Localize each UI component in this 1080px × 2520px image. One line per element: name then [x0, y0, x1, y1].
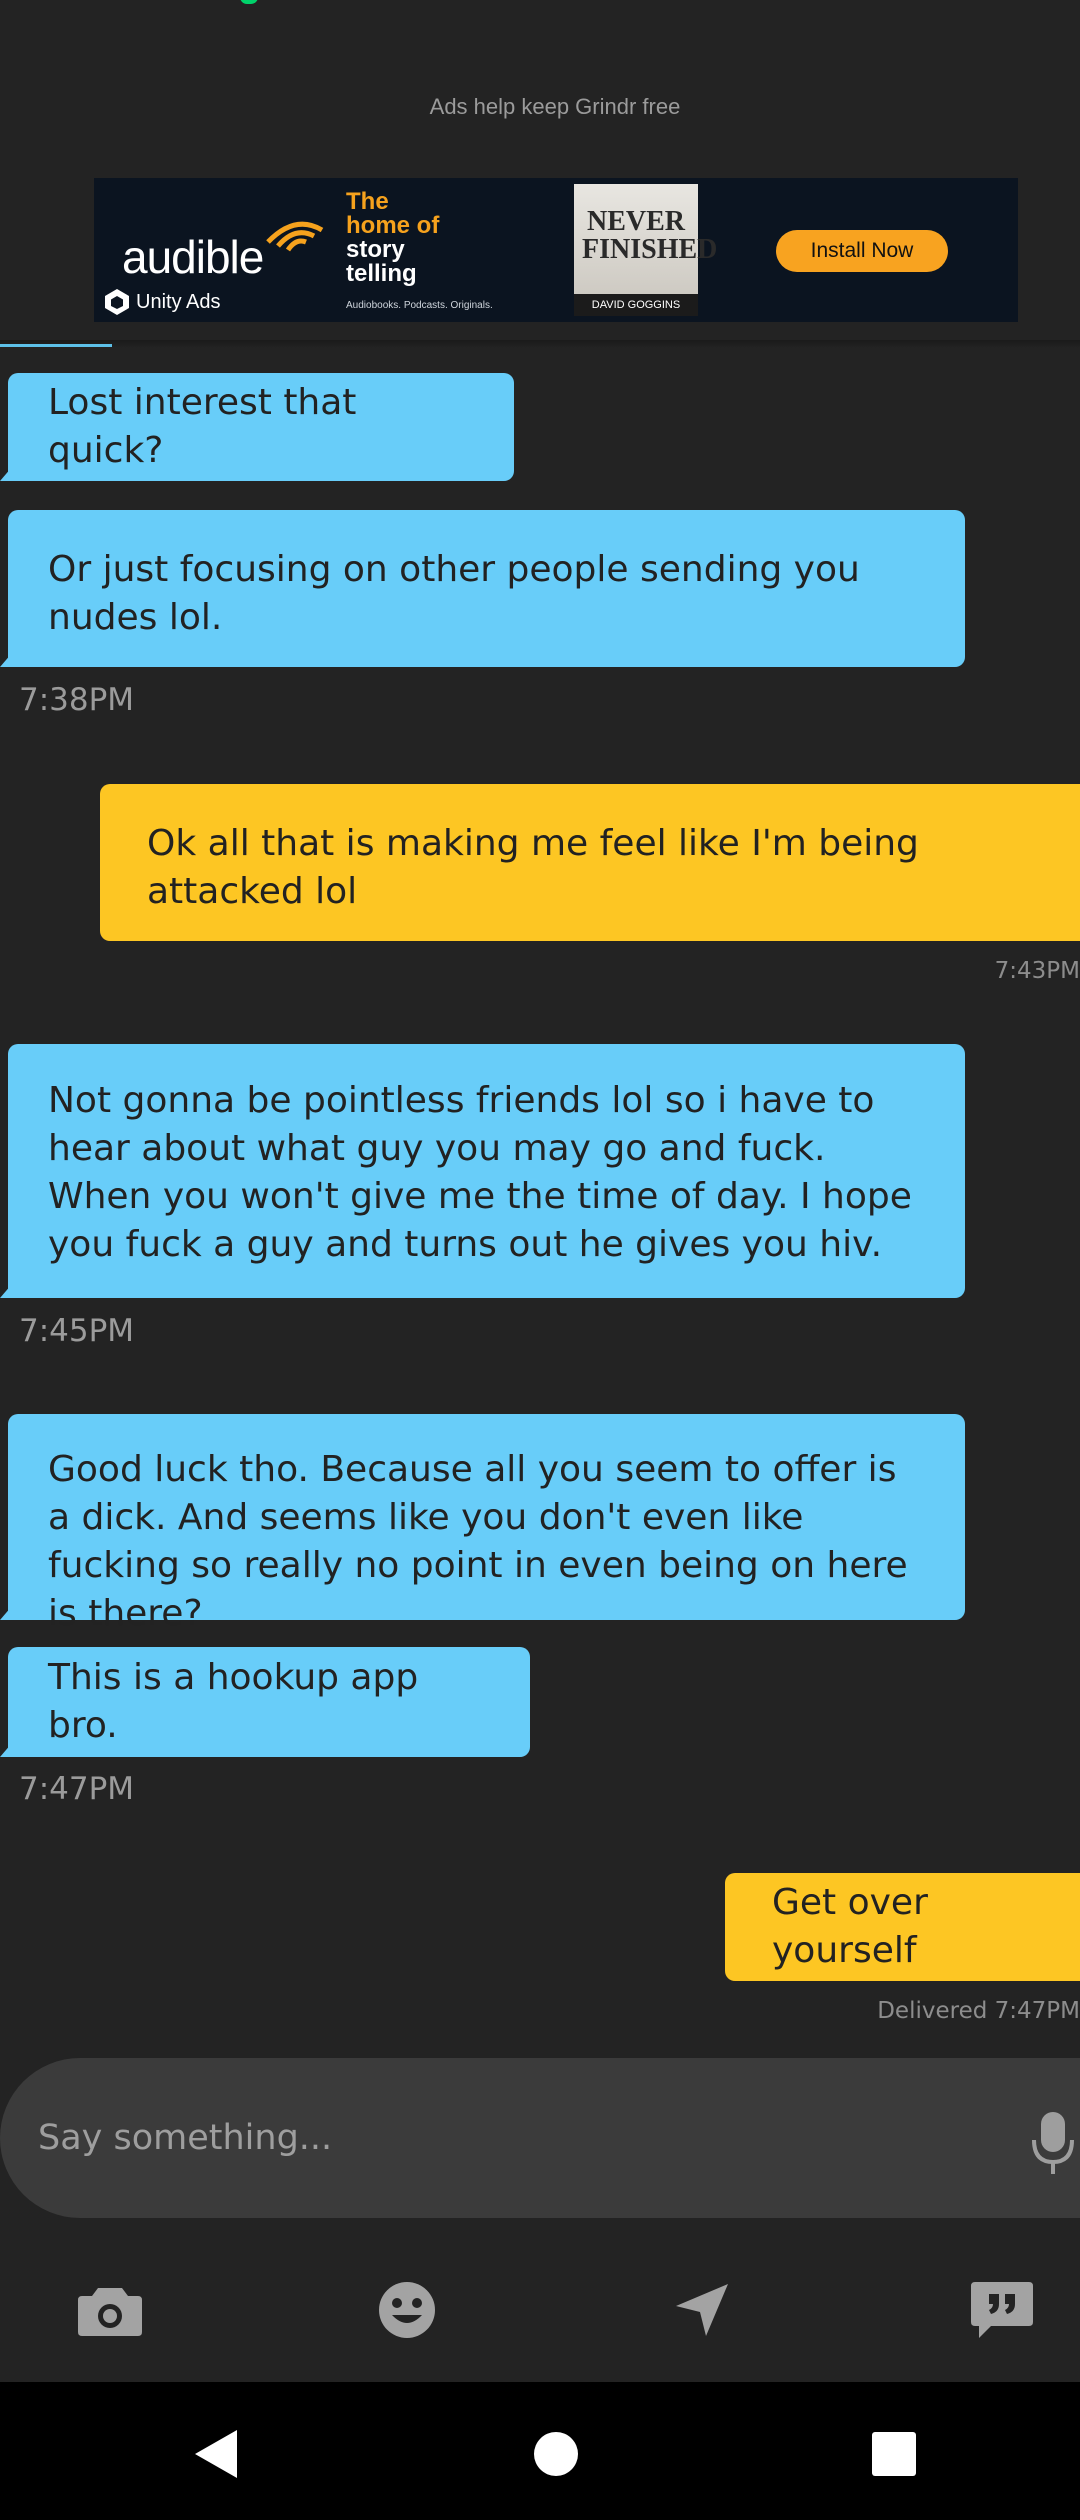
message-input[interactable]	[36, 2104, 940, 2172]
ad-subline: Audiobooks. Podcasts. Originals.	[346, 300, 493, 311]
install-now-button[interactable]: Install Now	[776, 230, 948, 272]
chat-toolbar	[0, 2240, 1080, 2380]
audible-logo-icon	[266, 221, 324, 252]
back-icon[interactable]	[185, 2424, 245, 2484]
location-icon[interactable]	[662, 2270, 742, 2350]
message-incoming[interactable]: This is a hookup app bro.	[0, 1647, 530, 1757]
ad-divider	[0, 340, 1080, 348]
message-incoming[interactable]: Or just focusing on other people sending…	[0, 510, 965, 667]
message-incoming[interactable]: Good luck tho. Because all you seem to o…	[0, 1414, 965, 1634]
message-outgoing[interactable]: Ok all that is making me feel like I'm b…	[100, 784, 1080, 941]
unity-ads-label: Unity Ads	[104, 288, 220, 316]
emoji-icon[interactable]	[367, 2270, 447, 2350]
ad-brand: audible	[122, 231, 264, 283]
status-indicator	[240, 0, 258, 4]
message-timestamp: 7:47PM	[19, 1771, 135, 1807]
delivery-status: Delivered 7:47PM	[877, 1998, 1080, 2024]
ads-note: Ads help keep Grindr free	[429, 94, 681, 119]
camera-icon[interactable]	[70, 2270, 150, 2350]
ad-book-cover: NEVER FINISHED DAVID GOGGINS	[574, 184, 717, 316]
message-incoming[interactable]: Lost interest that quick?	[0, 373, 514, 481]
message-timestamp: 7:38PM	[19, 682, 135, 718]
ad-tagline: The home of story telling	[346, 188, 440, 287]
system-navigation-bar	[0, 2382, 1080, 2520]
unity-logo-icon	[105, 289, 129, 315]
message-composer[interactable]	[0, 2058, 1080, 2218]
message-outgoing[interactable]: Get over yourself	[725, 1873, 1080, 1981]
recents-icon[interactable]	[864, 2424, 924, 2484]
ad-banner[interactable]: audible The home of story telling Audiob…	[94, 178, 1018, 322]
message-timestamp: 7:43PM	[994, 958, 1080, 984]
message-timestamp: 7:45PM	[19, 1313, 135, 1349]
scroll-indicator	[0, 344, 112, 347]
message-incoming[interactable]: Not gonna be pointless friends lol so i …	[0, 1044, 965, 1298]
microphone-icon[interactable]	[1030, 2108, 1076, 2178]
home-icon[interactable]	[526, 2424, 586, 2484]
saved-phrases-icon[interactable]	[962, 2270, 1042, 2350]
